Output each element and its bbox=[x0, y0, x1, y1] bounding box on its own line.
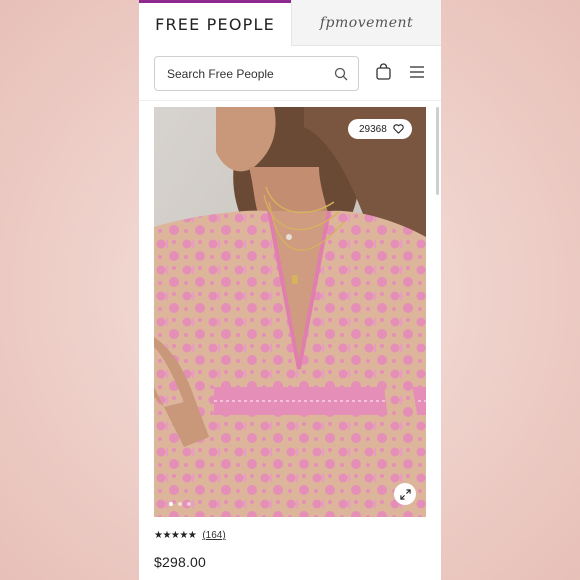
search-icon[interactable] bbox=[334, 67, 348, 81]
shopping-bag-icon[interactable] bbox=[375, 63, 392, 80]
like-count: 29368 bbox=[359, 123, 387, 135]
review-count-link[interactable]: (164) bbox=[202, 530, 225, 541]
search-placeholder: Search Free People bbox=[167, 66, 274, 81]
site-tabs: FREE PEOPLE fpmovement bbox=[139, 0, 441, 46]
mobile-page: FREE PEOPLE fpmovement Search Free Peopl… bbox=[139, 0, 441, 580]
product-rating[interactable]: ★★★★★ (164) bbox=[154, 530, 226, 541]
hamburger-menu-icon[interactable] bbox=[410, 66, 424, 78]
like-button[interactable]: 29368 bbox=[348, 119, 412, 139]
product-price: $298.00 bbox=[154, 554, 207, 570]
product-photo bbox=[154, 107, 426, 517]
tab-free-people[interactable]: FREE PEOPLE bbox=[139, 0, 291, 46]
carousel-dots bbox=[169, 502, 191, 506]
expand-icon bbox=[399, 488, 411, 500]
search-input[interactable]: Search Free People bbox=[154, 56, 359, 91]
product-image[interactable]: 29368 bbox=[154, 107, 426, 517]
header-divider bbox=[139, 100, 441, 101]
scrollbar[interactable] bbox=[436, 107, 439, 195]
star-rating-icon: ★★★★★ bbox=[154, 530, 197, 541]
heart-icon bbox=[393, 124, 404, 134]
carousel-dot[interactable] bbox=[178, 502, 182, 506]
expand-image-button[interactable] bbox=[394, 483, 416, 505]
carousel-dot[interactable] bbox=[169, 502, 173, 506]
tab-fp-movement[interactable]: fpmovement bbox=[291, 0, 441, 46]
carousel-dot[interactable] bbox=[187, 502, 191, 506]
